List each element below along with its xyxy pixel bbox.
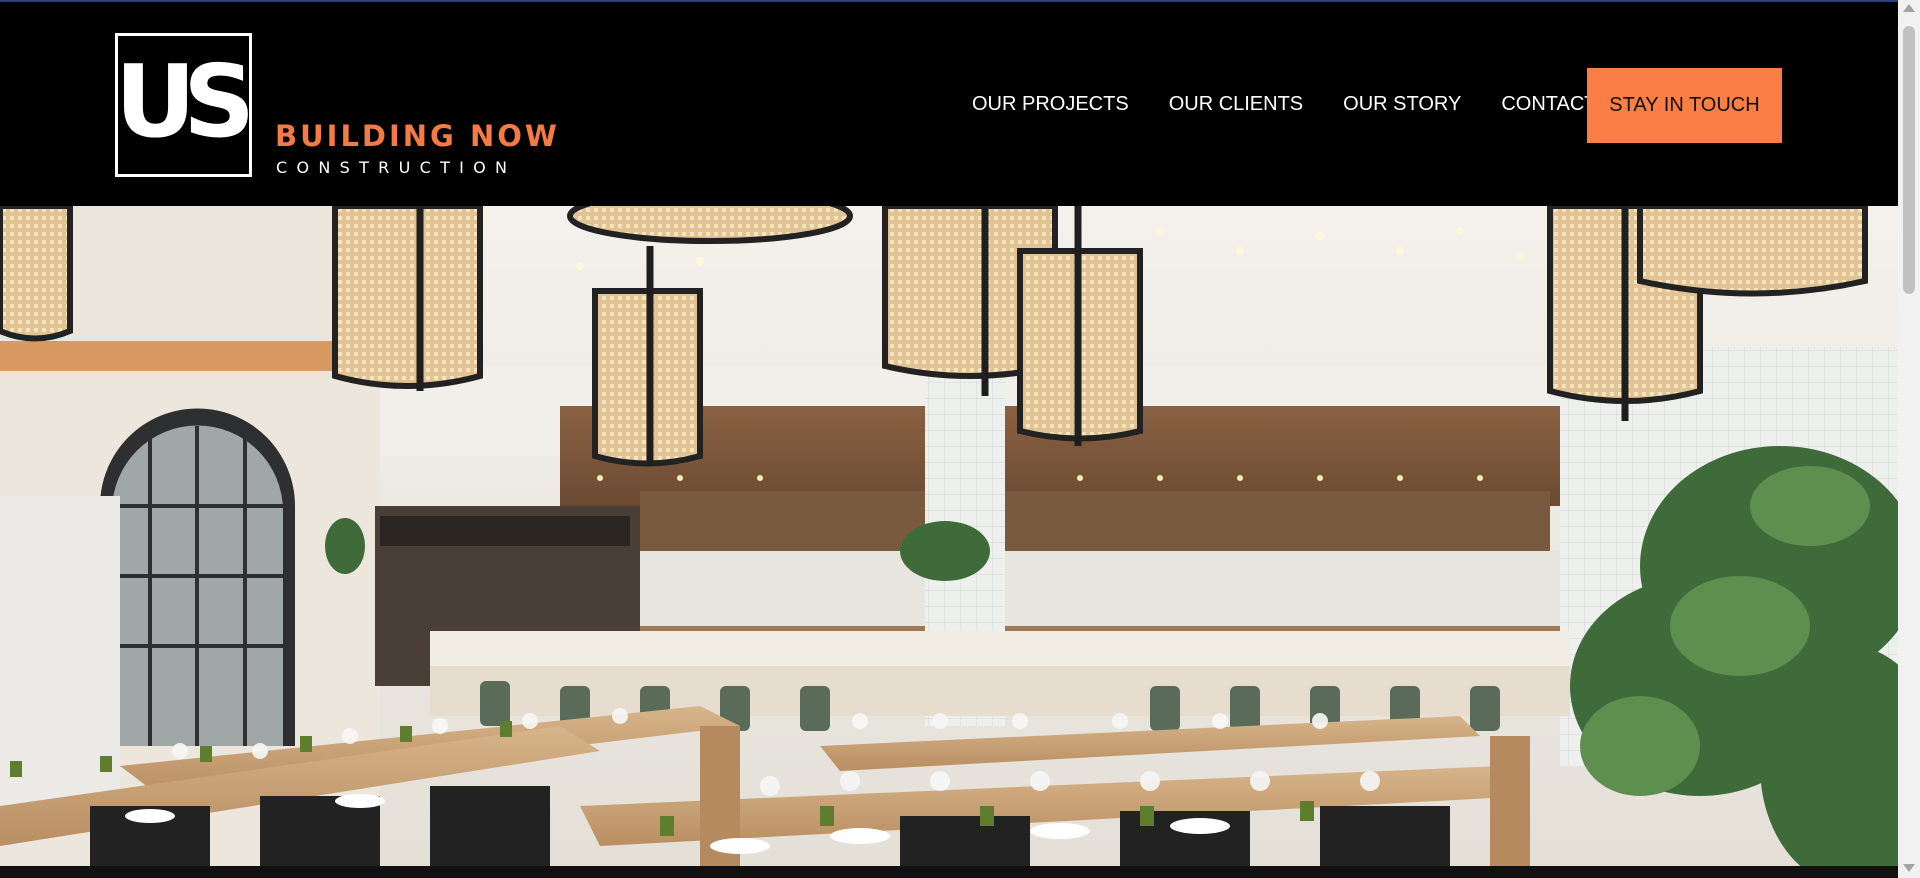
restaurant-interior-illustration [0, 206, 1898, 866]
logo-link[interactable]: US [114, 33, 255, 177]
scroll-thumb[interactable] [1903, 26, 1915, 294]
page-bottom-bar [0, 866, 1898, 878]
nav-our-projects[interactable]: OUR PROJECTS [972, 92, 1129, 116]
main-nav: OUR PROJECTS OUR CLIENTS OUR STORY CONTA… [972, 92, 1597, 116]
nav-our-story[interactable]: OUR STORY [1343, 92, 1461, 116]
logo-mark: US [114, 43, 255, 160]
scroll-down-arrow-icon[interactable] [1903, 864, 1915, 872]
nav-our-clients[interactable]: OUR CLIENTS [1169, 92, 1303, 116]
brand-name: BUILDING NOW [275, 119, 560, 153]
hero-image [0, 206, 1898, 866]
scroll-up-arrow-icon[interactable] [1903, 4, 1915, 12]
brand-tagline: CONSTRUCTION [276, 158, 517, 177]
vertical-scrollbar[interactable] [1898, 0, 1920, 878]
site-header: US BUILDING NOW CONSTRUCTION OUR PROJECT… [0, 2, 1898, 206]
nav-contact[interactable]: CONTACT [1501, 92, 1596, 116]
stay-in-touch-button[interactable]: STAY IN TOUCH [1587, 68, 1782, 143]
